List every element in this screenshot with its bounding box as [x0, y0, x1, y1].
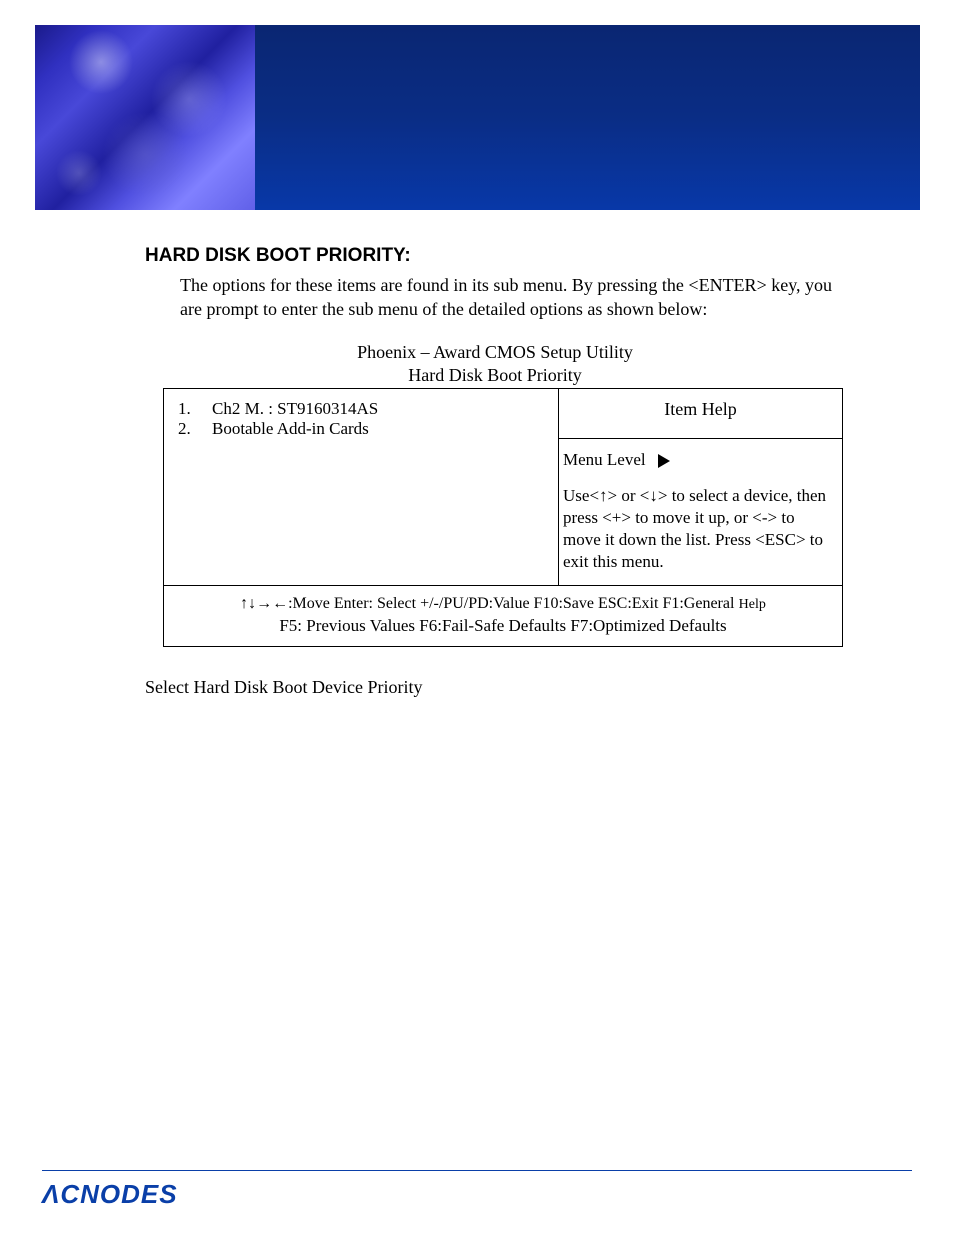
bios-help-text: Use<↑> or <↓> to select a device, then p…	[563, 485, 836, 573]
bios-utility-title: Phoenix – Award CMOS Setup Utility	[145, 342, 845, 363]
content-area: HARD DISK BOOT PRIORITY: The options for…	[145, 245, 845, 698]
bios-device-item: 1. Ch2 M. : ST9160314AS	[178, 399, 550, 419]
bios-legend-line2: F5: Previous Values F6:Fail-Safe Default…	[166, 615, 840, 638]
triangle-right-icon	[658, 454, 670, 468]
bios-help-body: Menu Level Use<↑> or <↓> to select a dev…	[559, 439, 842, 585]
bios-help-pane: Item Help Menu Level Use<↑> or <↓> to se…	[559, 389, 842, 585]
logo-text: ΛCNODES	[42, 1179, 178, 1209]
device-number: 1.	[178, 399, 212, 419]
legend-text-a: ↑↓→←:Move Enter: Select +/-/PU/PD:Value …	[240, 595, 734, 612]
section-description: The options for these items are found in…	[180, 273, 845, 322]
menu-level-row: Menu Level	[563, 449, 836, 471]
post-note: Select Hard Disk Boot Device Priority	[145, 677, 845, 698]
banner-graphic	[35, 25, 255, 210]
bios-device-item: 2. Bootable Add-in Cards	[178, 419, 550, 439]
bios-screen-name: Hard Disk Boot Priority	[145, 365, 845, 386]
bios-panel: 1. Ch2 M. : ST9160314AS 2. Bootable Add-…	[163, 388, 843, 647]
legend-text-b: Help	[739, 597, 766, 612]
bios-key-legend: ↑↓→←:Move Enter: Select +/-/PU/PD:Value …	[164, 585, 842, 646]
footer-divider	[42, 1170, 912, 1172]
header-banner	[35, 25, 920, 210]
bios-panel-body: 1. Ch2 M. : ST9160314AS 2. Bootable Add-…	[164, 389, 842, 585]
section-title: HARD DISK BOOT PRIORITY:	[145, 245, 845, 267]
brand-logo: ΛCNODES	[42, 1179, 912, 1210]
device-number: 2.	[178, 419, 212, 439]
device-label: Ch2 M. : ST9160314AS	[212, 399, 378, 419]
bios-help-header: Item Help	[559, 389, 842, 439]
bios-legend-line1: ↑↓→←:Move Enter: Select +/-/PU/PD:Value …	[166, 592, 840, 615]
banner-fill	[255, 25, 920, 210]
page-footer: ΛCNODES	[42, 1170, 912, 1211]
device-label: Bootable Add-in Cards	[212, 419, 369, 439]
bios-device-list: 1. Ch2 M. : ST9160314AS 2. Bootable Add-…	[164, 389, 559, 585]
menu-level-label: Menu Level	[563, 450, 646, 469]
